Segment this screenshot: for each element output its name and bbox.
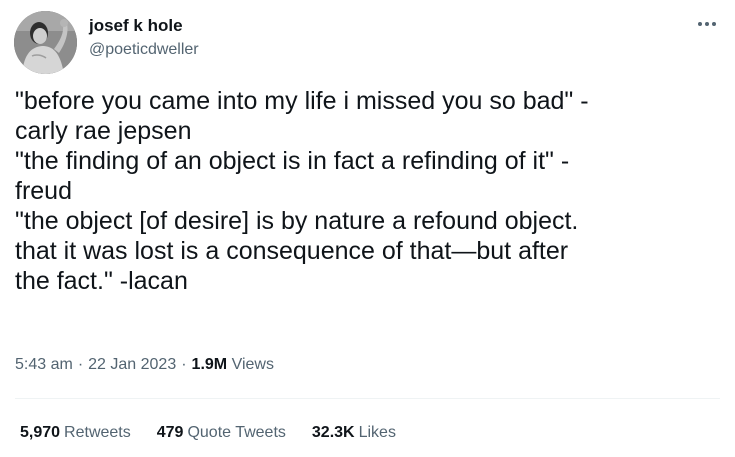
likes-stat[interactable]: 32.3K Likes: [312, 424, 396, 442]
more-options-button[interactable]: [692, 12, 722, 36]
views-label: Views: [231, 356, 274, 373]
engagement-stats: 5,970 Retweets 479 Quote Tweets 32.3K Likes: [20, 424, 396, 442]
meta-separator: ·: [181, 356, 187, 373]
retweets-label: Retweets: [64, 424, 131, 441]
divider: [15, 398, 720, 399]
author-display-name[interactable]: josef k hole: [89, 16, 183, 36]
avatar[interactable]: [14, 11, 77, 74]
retweets-count: 5,970: [20, 424, 61, 441]
tweet-date[interactable]: 22 Jan 2023: [88, 356, 176, 373]
author-handle[interactable]: @poeticdweller: [89, 41, 199, 59]
likes-label: Likes: [358, 424, 396, 441]
meta-separator: ·: [77, 356, 84, 373]
views-count: 1.9M: [191, 356, 228, 373]
retweets-stat[interactable]: 5,970 Retweets: [20, 424, 131, 442]
more-horizontal-icon: [698, 22, 716, 26]
tweet-text: "before you came into my life i missed y…: [15, 87, 589, 295]
tweet-time[interactable]: 5:43 am: [15, 356, 73, 373]
tweet-meta: 5:43 am · 22 Jan 2023 · 1.9M Views: [15, 356, 274, 374]
quote-tweets-label: Quote Tweets: [187, 424, 286, 441]
profile-photo-icon: [14, 11, 77, 74]
quote-tweets-count: 479: [156, 424, 184, 441]
tweet-card: josef k hole @poeticdweller "before you …: [0, 0, 735, 457]
likes-count: 32.3K: [311, 424, 355, 441]
quote-tweets-stat[interactable]: 479 Quote Tweets: [157, 424, 286, 442]
